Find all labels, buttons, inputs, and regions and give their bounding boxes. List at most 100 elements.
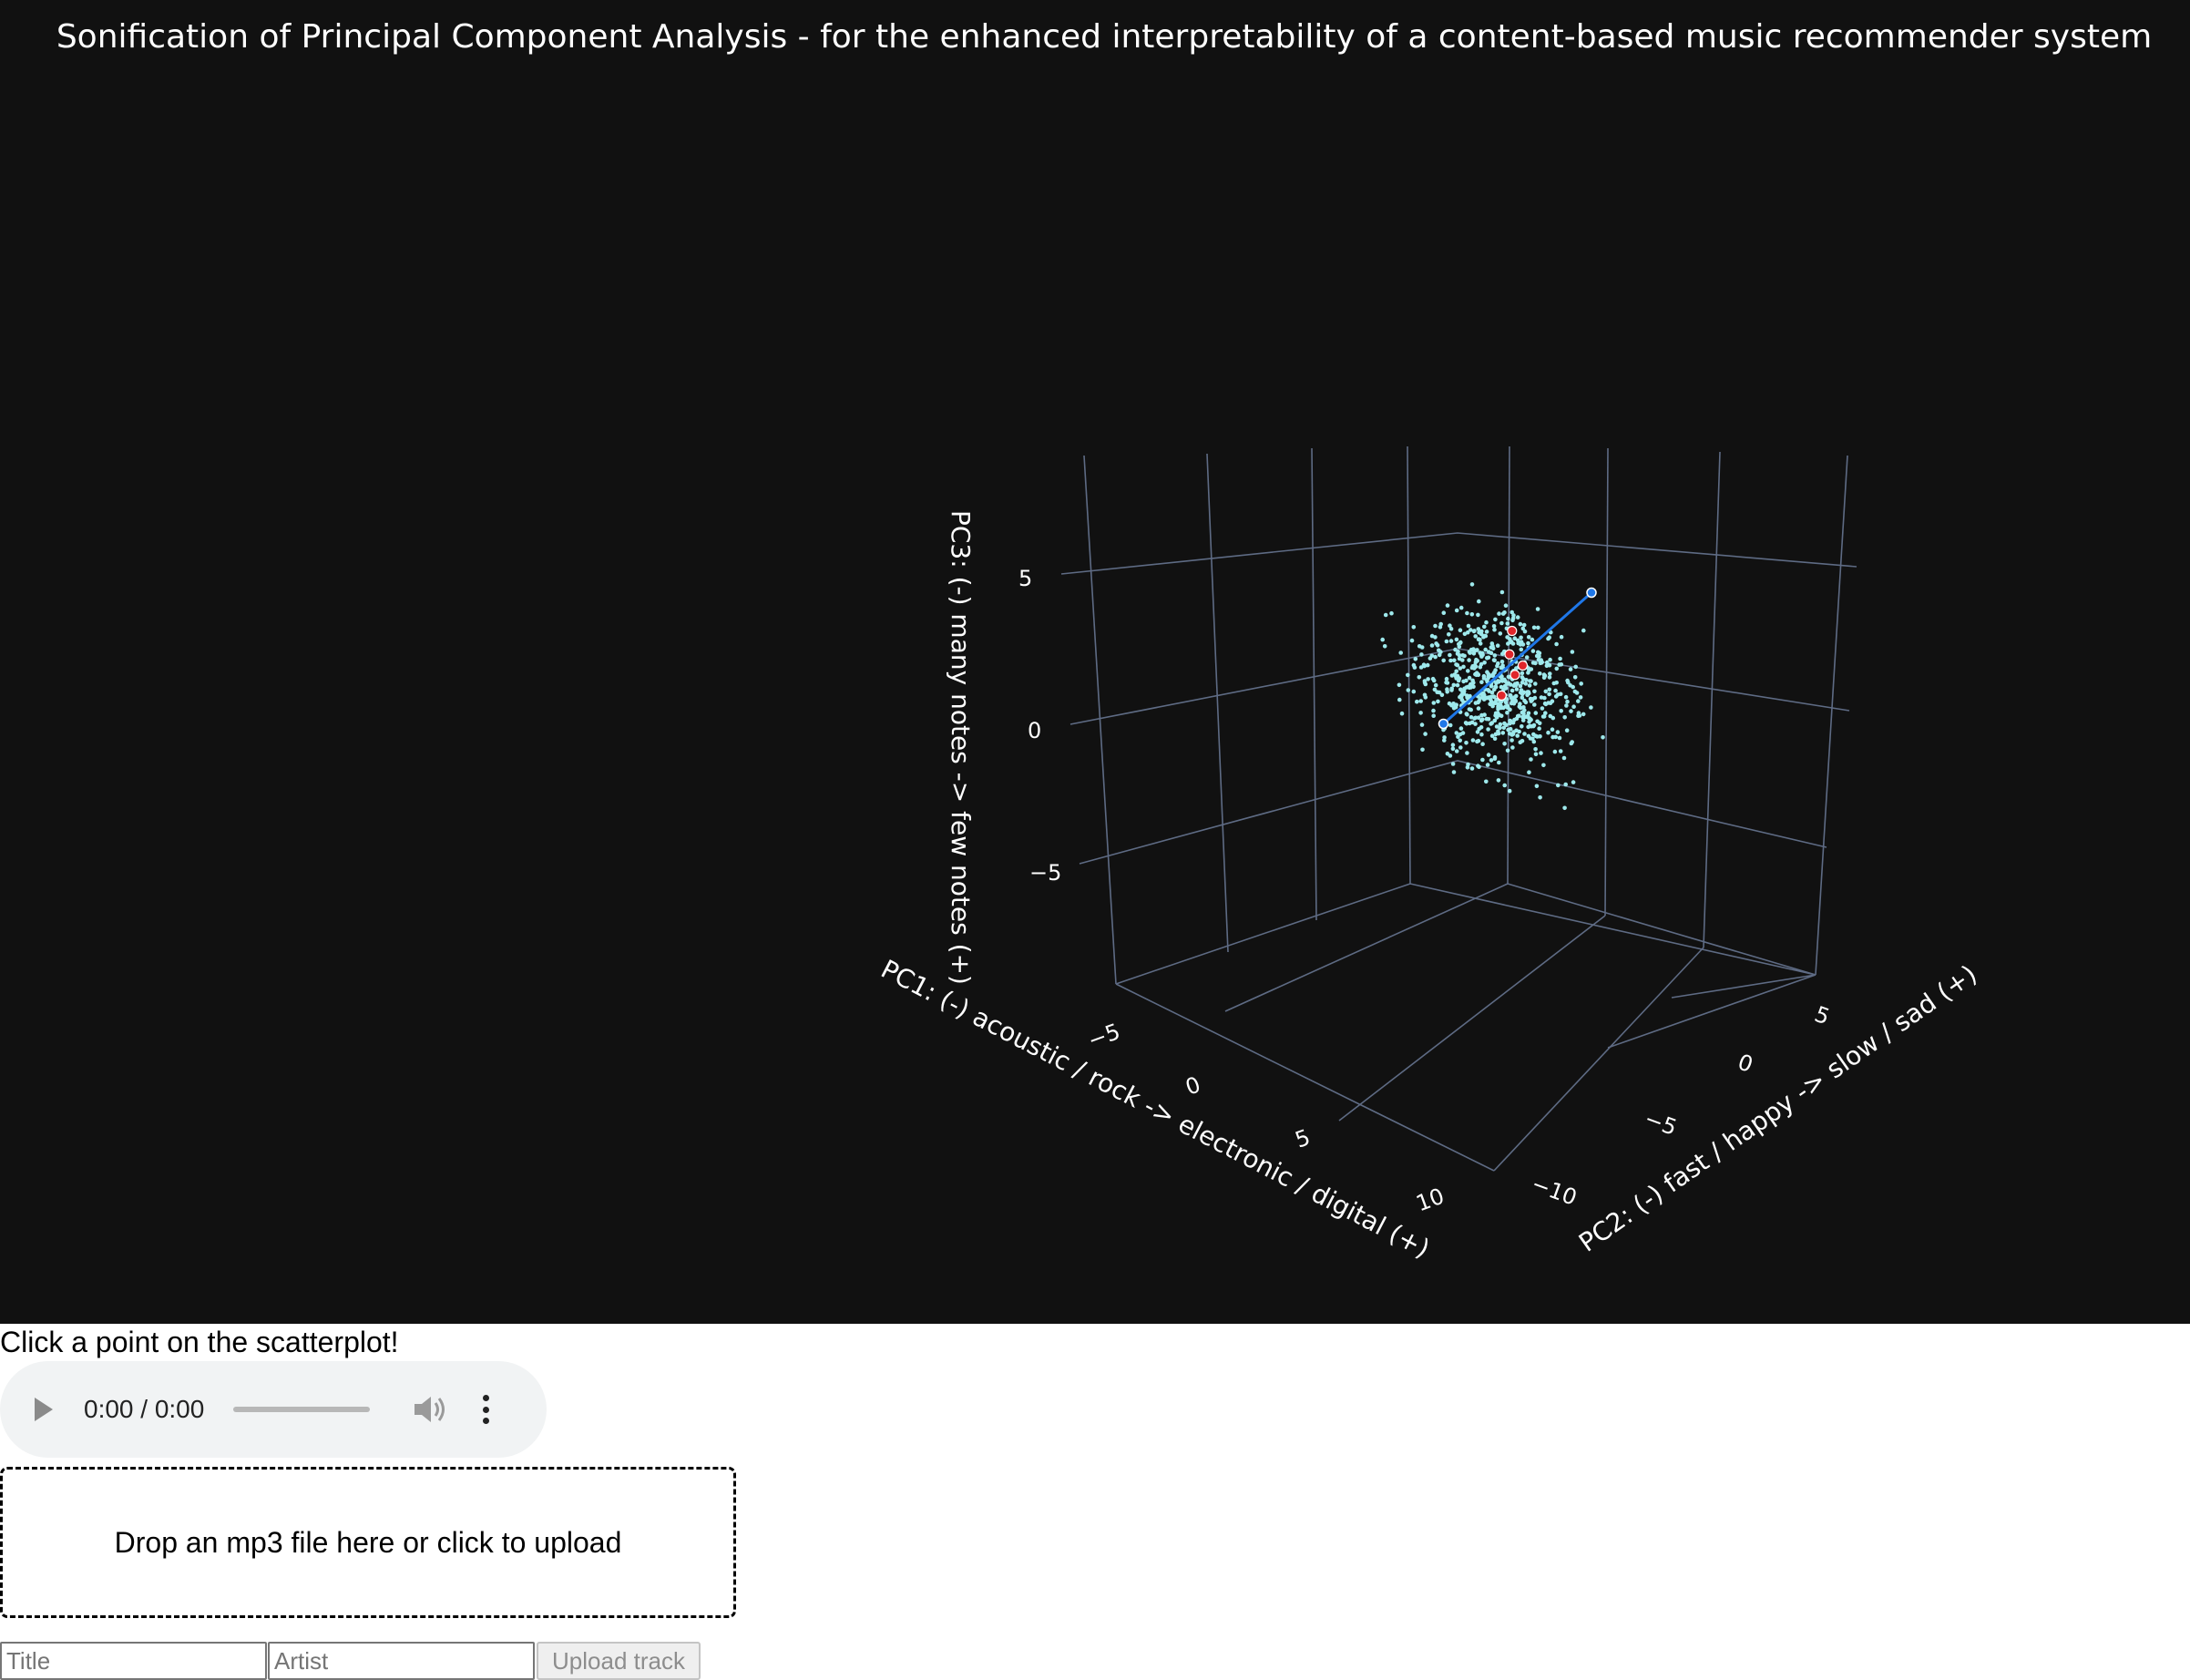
scatter-point[interactable] bbox=[1563, 694, 1569, 700]
scatterplot-3d[interactable]: 5 0 −5 −5 0 5 10 −10 −5 0 5 PC3: (-) man… bbox=[0, 0, 2190, 1324]
scatter-point[interactable] bbox=[1464, 678, 1469, 683]
scatter-point[interactable] bbox=[1495, 711, 1500, 715]
scatter-point[interactable] bbox=[1547, 687, 1552, 692]
scatter-point[interactable] bbox=[1453, 647, 1458, 652]
scatter-point[interactable] bbox=[1492, 627, 1497, 632]
scatter-point[interactable] bbox=[1508, 732, 1512, 736]
scatter-point[interactable] bbox=[1500, 731, 1506, 735]
scatter-point[interactable] bbox=[1570, 650, 1575, 654]
scatter-point[interactable] bbox=[1557, 662, 1561, 667]
scatter-point[interactable] bbox=[1411, 689, 1417, 694]
scatter-point[interactable] bbox=[1515, 733, 1520, 738]
scatter-point[interactable] bbox=[1520, 695, 1525, 700]
scatter-point[interactable] bbox=[1480, 742, 1485, 746]
scatter-point[interactable] bbox=[1552, 749, 1558, 754]
scatter-point[interactable] bbox=[1520, 724, 1524, 729]
scatter-point[interactable] bbox=[1486, 717, 1491, 722]
scatter-point[interactable] bbox=[1504, 722, 1509, 728]
scatter-point[interactable] bbox=[1460, 690, 1465, 695]
scatter-point[interactable] bbox=[1454, 749, 1459, 753]
scatter-point[interactable] bbox=[1515, 615, 1520, 620]
scatter-point[interactable] bbox=[1490, 671, 1496, 677]
scatter-point[interactable] bbox=[1464, 741, 1469, 745]
scatter-point[interactable] bbox=[1528, 723, 1532, 729]
scatter-point[interactable] bbox=[1484, 630, 1489, 634]
scatter-point[interactable] bbox=[1508, 693, 1513, 698]
scatter-point[interactable] bbox=[1555, 730, 1561, 734]
scatter-point[interactable] bbox=[1500, 611, 1506, 616]
scatter-point[interactable] bbox=[1555, 692, 1561, 697]
scatter-point[interactable] bbox=[1489, 683, 1494, 689]
scatter-point[interactable] bbox=[1542, 695, 1547, 701]
scatter-point[interactable] bbox=[1478, 641, 1483, 646]
scatter-point[interactable] bbox=[1409, 638, 1415, 643]
scatter-point[interactable] bbox=[1493, 684, 1498, 690]
scatter-point[interactable] bbox=[1491, 658, 1497, 662]
scatter-point[interactable] bbox=[1433, 654, 1438, 660]
scatter-point[interactable] bbox=[1474, 657, 1479, 662]
scatter-point[interactable] bbox=[1601, 735, 1605, 740]
scatter-point[interactable] bbox=[1479, 725, 1484, 730]
scatter-point[interactable] bbox=[1438, 621, 1443, 627]
scatter-point[interactable] bbox=[1513, 698, 1518, 702]
scatter-point[interactable] bbox=[1530, 637, 1535, 642]
scatter-point[interactable] bbox=[1505, 711, 1509, 715]
scatter-point[interactable] bbox=[1509, 738, 1514, 743]
scatter-point[interactable] bbox=[1534, 784, 1540, 789]
scatter-point[interactable] bbox=[1483, 647, 1488, 652]
scatter-point[interactable] bbox=[1526, 690, 1531, 694]
scatter-point[interactable] bbox=[1502, 783, 1507, 788]
scatter-point[interactable] bbox=[1450, 746, 1456, 752]
scatter-point[interactable] bbox=[1536, 650, 1540, 655]
scatter-point[interactable] bbox=[1492, 736, 1498, 742]
scatter-point[interactable] bbox=[1415, 699, 1419, 704]
scatter-point[interactable] bbox=[1448, 639, 1454, 643]
scatter-point[interactable] bbox=[1518, 621, 1523, 627]
scatter-point[interactable] bbox=[1454, 676, 1458, 681]
scatter-point[interactable] bbox=[1501, 705, 1506, 711]
scatter-point[interactable] bbox=[1544, 660, 1550, 665]
scatter-point[interactable] bbox=[1553, 688, 1558, 693]
scatter-point[interactable] bbox=[1553, 734, 1558, 740]
scatter-point[interactable] bbox=[1434, 641, 1438, 646]
scatter-point[interactable] bbox=[1399, 711, 1405, 716]
scatter-point[interactable] bbox=[1520, 739, 1525, 743]
scatter-point[interactable] bbox=[1476, 627, 1481, 631]
scatter-point[interactable] bbox=[1556, 783, 1561, 788]
scatter-point[interactable] bbox=[1486, 753, 1491, 757]
scatter-point[interactable] bbox=[1486, 695, 1491, 700]
scatter-point[interactable] bbox=[1448, 623, 1452, 628]
scatter-point[interactable] bbox=[1418, 699, 1423, 703]
scatter-point[interactable] bbox=[1562, 715, 1567, 720]
scatter-point[interactable] bbox=[1469, 766, 1475, 771]
scatter-point[interactable] bbox=[1469, 612, 1475, 617]
scatter-point[interactable] bbox=[1572, 675, 1578, 680]
scatter-point[interactable] bbox=[1484, 779, 1489, 784]
scatter-point[interactable] bbox=[1492, 756, 1498, 761]
scatter-point[interactable] bbox=[1484, 620, 1489, 625]
scatter-point[interactable] bbox=[1526, 711, 1531, 716]
scatter-point[interactable] bbox=[1497, 760, 1501, 765]
scatter-point[interactable] bbox=[1538, 671, 1542, 676]
scatter-point[interactable] bbox=[1514, 687, 1520, 691]
scatter-point[interactable] bbox=[1479, 654, 1484, 659]
scatter-point[interactable] bbox=[1493, 617, 1498, 622]
scatter-point[interactable] bbox=[1418, 665, 1424, 670]
scatter-point[interactable] bbox=[1431, 701, 1437, 705]
scatter-point[interactable] bbox=[1433, 682, 1438, 688]
scatter-point[interactable] bbox=[1559, 634, 1564, 640]
scatter-point[interactable] bbox=[1576, 711, 1581, 715]
scatter-point[interactable] bbox=[1469, 647, 1474, 652]
scatter-point[interactable] bbox=[1460, 731, 1466, 735]
scatter-point[interactable] bbox=[1563, 782, 1568, 787]
scatter-point[interactable] bbox=[1477, 764, 1481, 770]
scatter-point[interactable] bbox=[1485, 763, 1490, 767]
recommended-point[interactable] bbox=[1517, 660, 1529, 671]
scatter-point[interactable] bbox=[1519, 647, 1524, 652]
scatter-point[interactable] bbox=[1455, 682, 1460, 688]
scatter-point[interactable] bbox=[1496, 661, 1500, 666]
scatter-point[interactable] bbox=[1482, 633, 1488, 639]
scatter-point[interactable] bbox=[1548, 671, 1552, 676]
scatter-point[interactable] bbox=[1496, 778, 1501, 783]
scatter-points[interactable] bbox=[1380, 582, 1605, 811]
